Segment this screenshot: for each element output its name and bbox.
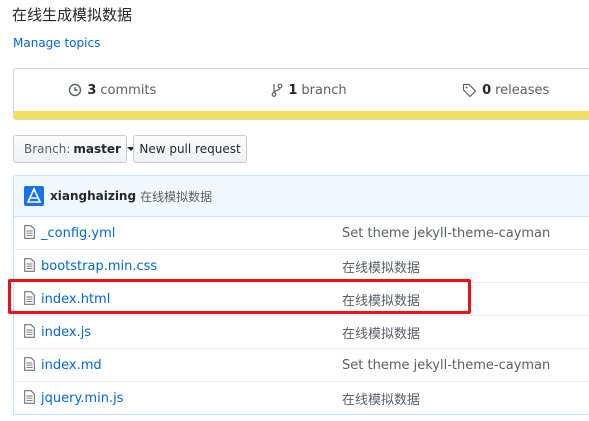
file-commit-message[interactable]: 在线模拟数据 bbox=[342, 323, 420, 342]
file-icon bbox=[24, 390, 35, 404]
latest-commit-bar: xianghaizing 在线模拟数据 bbox=[14, 176, 589, 217]
history-icon bbox=[69, 83, 82, 97]
releases-count: 0 bbox=[482, 82, 492, 98]
releases-label: releases bbox=[495, 82, 550, 98]
file-name-link[interactable]: jquery.min.js bbox=[41, 391, 123, 406]
commit-message[interactable]: 在线模拟数据 bbox=[140, 188, 212, 205]
table-row: index.md Set theme jekyll-theme-cayman bbox=[14, 348, 589, 381]
file-commit-message[interactable]: 在线模拟数据 bbox=[342, 257, 420, 276]
file-name-link[interactable]: index.md bbox=[41, 358, 102, 373]
language-bar[interactable] bbox=[14, 111, 589, 119]
branch-select-button[interactable]: Branch: master bbox=[13, 135, 135, 163]
new-pull-request-button[interactable]: New pull request bbox=[133, 135, 247, 163]
file-commit-message[interactable]: Set theme jekyll-theme-cayman bbox=[342, 358, 550, 373]
commits-link[interactable]: 3 commits bbox=[14, 69, 211, 111]
commits-label: commits bbox=[100, 82, 157, 98]
table-row: jquery.min.js 在线模拟数据 bbox=[14, 381, 589, 414]
git-branch-icon bbox=[271, 83, 283, 97]
commit-author[interactable]: xianghaizing bbox=[50, 189, 136, 203]
file-list: _config.yml Set theme jekyll-theme-cayma… bbox=[14, 217, 589, 414]
branches-link[interactable]: 1 branch bbox=[211, 69, 408, 111]
file-icon bbox=[24, 357, 35, 371]
table-row: bootstrap.min.css 在线模拟数据 bbox=[14, 249, 589, 282]
branches-label: branch bbox=[301, 82, 347, 98]
highlight-box bbox=[8, 279, 471, 314]
branch-name: master bbox=[73, 142, 121, 156]
branches-count: 1 bbox=[288, 82, 298, 98]
file-icon bbox=[24, 225, 35, 239]
avatar[interactable] bbox=[24, 186, 44, 206]
releases-link[interactable]: 0 releases bbox=[407, 69, 589, 111]
manage-topics-link[interactable]: Manage topics bbox=[13, 36, 100, 50]
branch-label: Branch: bbox=[24, 142, 71, 156]
table-row: _config.yml Set theme jekyll-theme-cayma… bbox=[14, 217, 589, 249]
file-commit-message[interactable]: Set theme jekyll-theme-cayman bbox=[342, 226, 550, 241]
table-row: index.js 在线模拟数据 bbox=[14, 315, 589, 348]
file-commit-message[interactable]: 在线模拟数据 bbox=[342, 389, 420, 408]
file-icon bbox=[24, 258, 35, 272]
file-name-link[interactable]: bootstrap.min.css bbox=[41, 259, 157, 274]
file-name-link[interactable]: _config.yml bbox=[41, 226, 115, 241]
repo-summary: 3 commits 1 branch 0 releases bbox=[13, 68, 589, 120]
commits-count: 3 bbox=[87, 82, 97, 98]
file-icon bbox=[24, 324, 35, 338]
tag-icon bbox=[462, 83, 477, 97]
file-name-link[interactable]: index.js bbox=[41, 325, 91, 340]
repo-description: 在线生成模拟数据 bbox=[12, 6, 133, 24]
